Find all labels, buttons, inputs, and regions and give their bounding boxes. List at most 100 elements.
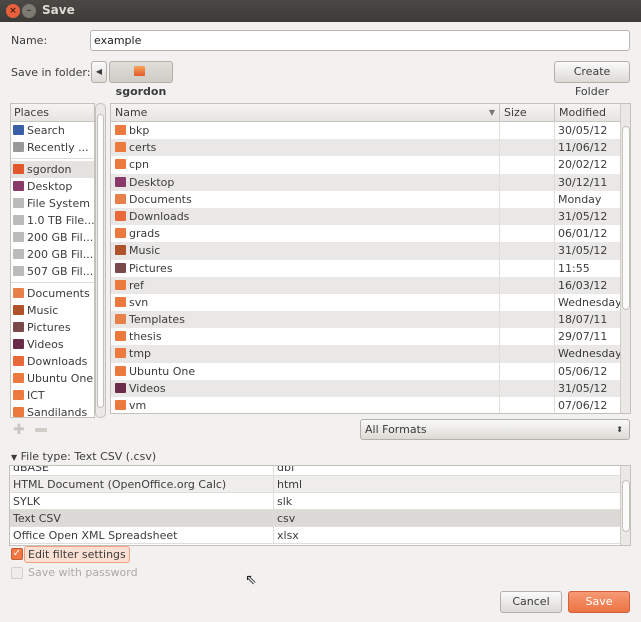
drive-icon [13,266,24,276]
places-item[interactable]: ICT [11,387,94,404]
places-item[interactable]: Ubuntu One [11,370,94,387]
file-size [500,345,555,363]
file-modified: 06/01/12 [558,227,608,241]
folder-icon [13,407,24,417]
file-row[interactable]: Pictures 11:55 [111,259,630,277]
file-name: Templates [129,313,185,327]
path-back-button[interactable]: ◀ [91,61,107,83]
crumb-label: sgordon [115,85,167,98]
file-row[interactable]: grads 06/01/12 [111,225,630,243]
file-type-row[interactable]: dBASE dbf [10,465,630,476]
folder-icon [115,279,126,290]
cancel-button[interactable]: Cancel [500,591,562,613]
places-item[interactable]: 200 GB Fil... [11,246,94,263]
file-row[interactable]: thesis 29/07/11 [111,328,630,346]
file-size [500,397,555,413]
places-scroll-thumb[interactable] [97,114,104,408]
file-type-scroll-thumb[interactable] [622,480,630,532]
file-type-name: Office Open XML Spreadsheet [10,527,274,543]
file-modified: 11/06/12 [558,141,608,155]
places-item[interactable]: 1.0 TB File... [11,212,94,229]
places-item[interactable]: Search [11,122,94,139]
file-row[interactable]: Desktop 30/12/11 [111,173,630,191]
folder-icon [115,296,126,307]
file-type-row[interactable]: Office Open XML Spreadsheet xlsx [10,527,630,544]
places-item[interactable]: Music [11,302,94,319]
search-icon [13,125,24,135]
column-modified[interactable]: Modified [555,104,621,121]
format-filter-select[interactable]: All Formats ⬍ [360,419,630,440]
places-separator [11,158,94,159]
places-item[interactable]: Documents [11,285,94,302]
file-row[interactable]: Documents Monday [111,190,630,208]
file-modified: 05/06/12 [558,364,608,378]
column-name[interactable]: Name ▼ [111,104,500,121]
file-type-ext: xlsx [277,529,299,542]
places-item-label: 200 GB Fil... [27,248,94,261]
file-type-scrollbar[interactable] [620,466,630,545]
file-row[interactable]: ref 16/03/12 [111,276,630,294]
places-item[interactable]: Pictures [11,319,94,336]
file-modified: 30/05/12 [558,124,608,137]
file-row[interactable]: Ubuntu One 05/06/12 [111,362,630,380]
file-list-scrollbar[interactable] [620,104,630,413]
places-item[interactable]: Desktop [11,178,94,195]
music-folder-icon [13,305,24,315]
places-item[interactable]: sgordon [11,161,94,178]
file-row[interactable]: Templates 18/07/11 [111,311,630,329]
updown-arrow-icon: ⬍ [616,425,623,434]
places-item[interactable]: 507 GB Fil... [11,263,94,280]
file-row[interactable]: bkp 30/05/12 [111,122,630,140]
places-item[interactable]: Videos [11,336,94,353]
add-bookmark-icon[interactable]: ✚ [13,422,25,438]
videos-folder-icon [115,382,126,393]
remove-bookmark-icon[interactable] [35,428,47,432]
expander-arrow-icon: ▼ [11,453,18,462]
file-type-row[interactable]: HTML Document (OpenOffice.org Calc) html [10,476,630,493]
file-name: Downloads [129,209,190,223]
file-row[interactable]: Music 31/05/12 [111,242,630,260]
places-item-label: ICT [27,389,45,402]
file-modified: 31/05/12 [558,244,608,258]
places-scrollbar[interactable] [95,103,106,418]
create-folder-button[interactable]: Create Folder [554,61,630,98]
file-row[interactable]: Videos 31/05/12 [111,379,630,397]
file-type-ext: html [277,478,303,491]
name-input[interactable] [90,30,630,51]
places-item[interactable]: File System [11,195,94,212]
file-modified: 11:55 [558,261,590,275]
file-row[interactable]: certs 11/06/12 [111,139,630,157]
file-name: tmp [129,347,152,361]
minimize-icon[interactable]: – [22,4,36,18]
file-type-ext: dbf [277,465,295,474]
file-type-row[interactable]: Text CSV csv [10,510,630,527]
folder-icon [115,365,126,376]
column-size[interactable]: Size [500,104,555,121]
file-row[interactable]: vm 07/06/12 [111,397,630,413]
file-name: ref [129,278,144,292]
save-button[interactable]: Save [568,591,630,613]
places-item[interactable]: 200 GB Fil... [11,229,94,246]
file-row[interactable]: tmp Wednesday [111,345,630,363]
file-modified: 29/07/11 [558,330,608,344]
edit-filter-checkbox[interactable]: ✓ [11,548,23,560]
file-row[interactable]: cpn 20/02/12 [111,156,630,174]
places-item-label: File System [27,197,90,210]
file-type-name: Text CSV [10,510,274,526]
file-type-name: HTML Document (OpenOffice.org Calc) [10,476,274,492]
file-type-ext: csv [277,512,296,525]
file-type-row[interactable]: SYLK slk [10,493,630,510]
file-row[interactable]: svn Wednesday [111,293,630,312]
save-password-checkbox[interactable] [11,567,23,579]
path-crumb-sgordon[interactable]: sgordon [109,61,173,98]
places-item[interactable]: Downloads [11,353,94,370]
places-item[interactable]: Recently ... [11,139,94,156]
file-size [500,259,555,277]
edit-filter-label[interactable]: Edit filter settings [24,546,130,563]
file-scroll-thumb[interactable] [622,126,630,310]
file-row[interactable]: Downloads 31/05/12 [111,207,630,226]
places-item[interactable]: Sandilands [11,404,94,417]
file-type-expander[interactable]: ▼ File type: Text CSV (.csv) [11,450,156,463]
close-icon[interactable]: × [6,4,20,18]
file-size [500,139,555,157]
